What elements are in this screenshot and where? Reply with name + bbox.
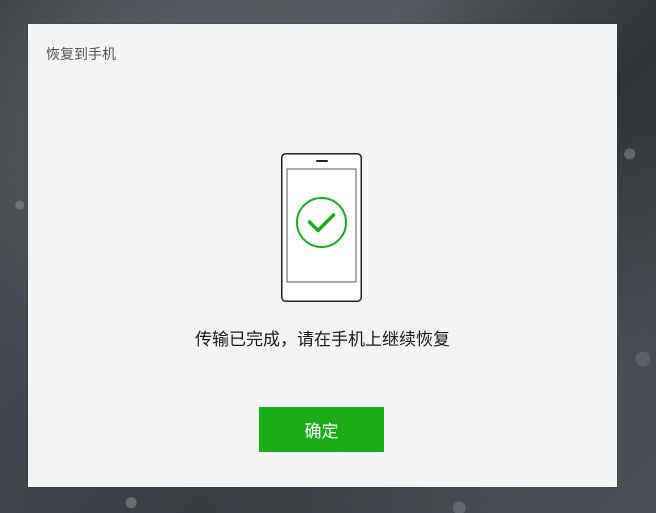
restore-dialog: 恢复到手机 传输已完成，请在手机上继续恢复 确定 — [28, 24, 617, 487]
dialog-title: 恢复到手机 — [46, 47, 116, 63]
phone-icon — [281, 153, 362, 302]
completion-message: 传输已完成，请在手机上继续恢复 — [195, 330, 450, 350]
confirm-button[interactable]: 确定 — [259, 407, 384, 452]
